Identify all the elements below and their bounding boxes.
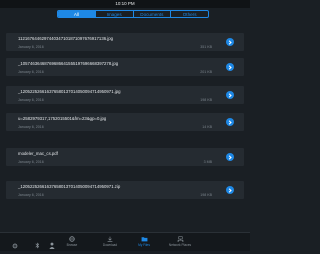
file-size: 14 KB [202,125,212,129]
download-icon [107,236,113,242]
bluetooth-icon[interactable] [35,236,40,254]
file-name: _120522526616376580137014050094714950971… [18,89,121,94]
file-list-item[interactable]: 1121676446297440347101871097676917136.jp… [6,33,244,51]
nav-download[interactable]: Download [95,236,125,247]
status-time: 10:10 PM [115,1,135,6]
nav-label: Network Places [168,243,192,247]
file-date: January 6, 2016 [18,160,44,164]
file-list-item[interactable]: _10574636468769686641555197696668397278.… [6,58,244,76]
file-size: 201 KB [200,70,212,74]
file-list-item[interactable]: _120522526616376580137014050094714950971… [6,181,244,199]
tab-others[interactable]: Others [171,11,208,17]
file-name: modeler_mac_cs.pdf [18,151,58,156]
file-name: _120522526616376580137014050094714950971… [18,184,121,189]
tab-documents[interactable]: Documents [134,11,172,17]
file-list-item[interactable]: modeler_mac_cs.pdf January 6, 2016 3 MB [6,148,244,166]
nav-label: Browse [66,243,78,247]
file-date: January 6, 2016 [18,98,44,102]
chevron-right-icon[interactable] [226,186,234,194]
file-date: January 6, 2016 [18,193,44,197]
globe-icon [69,236,75,242]
status-bar: 10:10 PM [0,0,250,8]
chevron-right-icon[interactable] [226,63,234,71]
file-name: _10574636468769686641555197696668397278.… [18,61,119,66]
chevron-right-icon[interactable] [226,118,234,126]
nav-network-places[interactable]: Network Places [165,236,195,247]
file-type-tabs: All Images Documents Others [57,10,209,18]
file-size: 351 KB [200,45,212,49]
chevron-right-icon[interactable] [226,38,234,46]
file-date: January 6, 2016 [18,45,44,49]
nav-label: My Files [138,243,150,247]
file-name: 1121676446297440347101871097676917136.jp… [18,36,114,41]
chevron-right-icon[interactable] [226,153,234,161]
user-icon[interactable] [49,236,55,254]
nav-browse[interactable]: Browse [57,236,87,247]
file-size: 198 KB [200,193,212,197]
tab-all[interactable]: All [58,11,96,17]
file-date: January 6, 2016 [18,125,44,129]
file-name: u=2582979317,1752015501&fm=23&gp=0.jpg [18,116,107,121]
nav-label: Download [102,243,118,247]
settings-icon[interactable] [12,236,18,254]
file-list-item[interactable]: u=2582979317,1752015501&fm=23&gp=0.jpg J… [6,113,244,131]
bottom-toolbar: Browse Download My Files Network Places [0,232,250,251]
tab-images[interactable]: Images [96,11,134,17]
file-size: 198 KB [200,98,212,102]
nav-my-files[interactable]: My Files [129,236,159,247]
chevron-right-icon[interactable] [226,91,234,99]
folder-icon [141,237,147,242]
file-size: 3 MB [203,160,212,164]
network-icon [177,236,183,242]
file-date: January 6, 2016 [18,70,44,74]
file-list-item[interactable]: _120522526616376580137014050094714950971… [6,86,244,104]
